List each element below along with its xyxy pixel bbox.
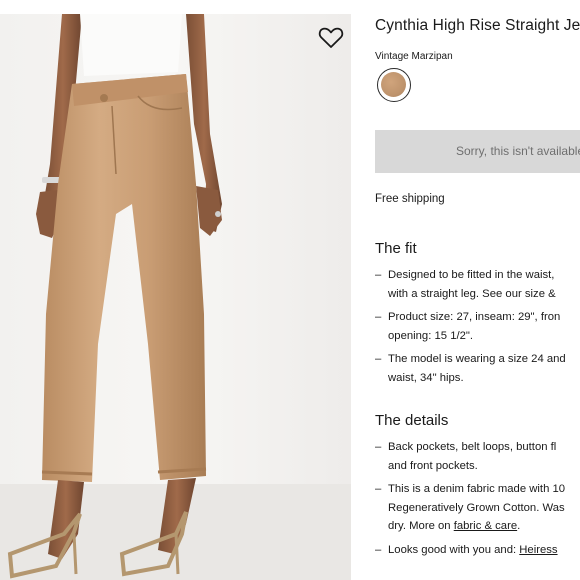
swatch-fill (381, 72, 406, 97)
list-item-line: Back pockets, belt loops, button fl (388, 441, 557, 453)
shipping-info: Free shipping (375, 193, 445, 205)
list-item-line: Looks good with you and: Heiress (388, 541, 580, 560)
list-item-line: opening: 15 1/2". (388, 329, 474, 342)
heiress-link[interactable]: Heiress (519, 544, 557, 556)
product-title: Cynthia High Rise Straight Jeans (375, 17, 580, 34)
list-item: Designed to be fitted in the waist, with… (375, 266, 580, 303)
text: . (517, 520, 521, 532)
color-name: Vintage Marzipan (375, 51, 453, 62)
product-info-panel: Cynthia High Rise Straight Jeans Vintage… (375, 0, 580, 580)
product-image (0, 14, 351, 580)
list-item: Back pockets, belt loops, button fl and … (375, 438, 580, 475)
list-item-line: This is a denim fabric made with 10 (388, 483, 566, 495)
list-item-line: The model is wearing a size 24 and (388, 353, 566, 365)
model-wearing-jeans-illustration (0, 14, 351, 580)
list-item-line: dry. More on fabric & care. (388, 517, 580, 536)
unavailable-button[interactable]: Sorry, this isn't available (375, 130, 580, 173)
fit-heading: The fit (375, 240, 417, 257)
text: dry. More on (388, 520, 454, 532)
heart-outline-icon[interactable] (318, 26, 344, 50)
details-heading: The details (375, 412, 449, 429)
list-item-line: Product size: 27, inseam: 29", fron (388, 311, 561, 323)
list-item: This is a denim fabric made with 10 Rege… (375, 480, 580, 536)
list-item-line: Regeneratively Grown Cotton. Was (388, 501, 565, 514)
details-list: Back pockets, belt loops, button fl and … (375, 438, 580, 564)
list-item-line: waist, 34" hips. (388, 371, 464, 384)
text: Looks good with you and: (388, 543, 520, 556)
list-item: The model is wearing a size 24 and waist… (375, 350, 580, 387)
color-swatch[interactable] (377, 68, 411, 102)
fabric-care-link[interactable]: fabric & care (454, 520, 517, 532)
list-item-line: Designed to be fitted in the waist, (388, 269, 555, 281)
list-item: Product size: 27, inseam: 29", fron open… (375, 308, 580, 345)
fit-list: Designed to be fitted in the waist, with… (375, 266, 580, 392)
list-item: Looks good with you and: Heiress (375, 541, 580, 560)
list-item-line: with a straight leg. See our size & (388, 287, 556, 300)
list-item-line: and front pockets. (388, 459, 478, 472)
